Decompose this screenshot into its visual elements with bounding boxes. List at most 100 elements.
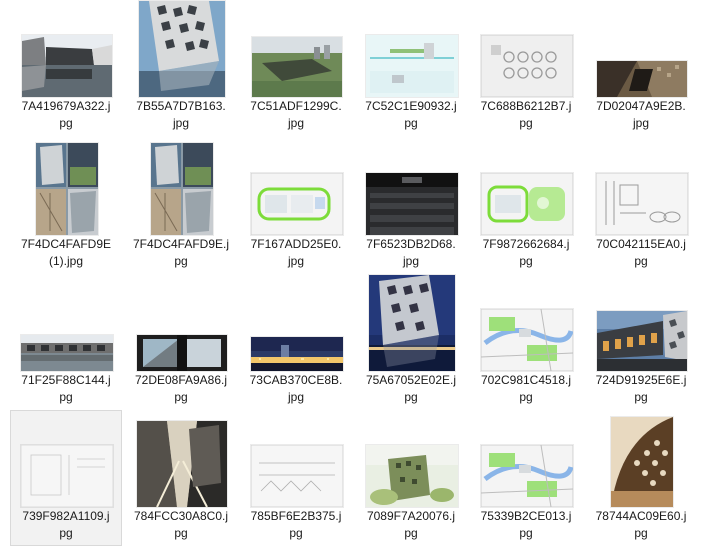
file-name-line-2: pg [404, 390, 418, 404]
image-thumbnail [369, 275, 455, 371]
file-name-line-1: 784FCC30A8C0.j [133, 509, 229, 523]
file-item[interactable]: 78744AC09E60.j pg [585, 410, 697, 546]
file-name-line-1: 7F167ADD25E0. [250, 237, 342, 251]
file-item[interactable]: 702C981C4518.j pg [470, 274, 582, 410]
file-item[interactable]: 7C51ADF1299C. jpg [240, 0, 352, 136]
file-name-label: 72DE08FA9A86.j pg [128, 372, 234, 406]
file-name-line-1: 7C52C1E90932.j [365, 99, 457, 113]
file-name-line-1: 71F25F88C144.j [21, 373, 111, 387]
file-name-line-1: 7F4DC4FAFD9E.j [132, 237, 230, 251]
file-item[interactable]: 7F4DC4FAFD9E.j pg [125, 138, 237, 274]
image-thumbnail [139, 1, 225, 97]
thumbnail-frame [586, 275, 698, 371]
file-name-label: 702C981C4518.j pg [473, 372, 579, 406]
image-thumbnail [366, 445, 458, 507]
file-name-line-2: pg [519, 254, 533, 268]
file-name-line-2: jpg [287, 116, 304, 130]
file-name-line-2: jpg [172, 116, 189, 130]
file-item[interactable]: 724D91925E6E.j pg [585, 274, 697, 410]
file-name-line-1: 7F6523DB2D68. [366, 237, 456, 251]
file-name-line-1: 7C51ADF1299C. [250, 99, 342, 113]
file-name-line-1: 724D91925E6E.j [595, 373, 687, 387]
image-thumbnail [611, 417, 673, 507]
file-item[interactable]: 71F25F88C144.j pg [10, 274, 122, 410]
file-item[interactable]: 75A67052E02E.j pg [355, 274, 467, 410]
file-name-label: 7A419679A322.j pg [13, 98, 119, 132]
thumbnail-frame [241, 139, 353, 235]
file-name-label: 7089F7A20076.j pg [358, 508, 464, 542]
thumbnail-frame [471, 411, 583, 507]
thumbnail-frame [356, 411, 468, 507]
file-name-line-2: pg [59, 116, 73, 130]
file-name-line-1: 75339B2CE013.j [480, 509, 572, 523]
file-item[interactable]: 7089F7A20076.j pg [355, 410, 467, 546]
image-thumbnail [21, 445, 113, 507]
file-name-label: 785BF6E2B375.j pg [243, 508, 349, 542]
file-name-line-2: pg [174, 526, 188, 540]
file-item[interactable]: 7C688B6212B7.j pg [470, 0, 582, 136]
thumbnail-frame [356, 275, 468, 371]
file-name-label: 7F6523DB2D68. jpg [358, 236, 464, 270]
file-name-label: 71F25F88C144.j pg [13, 372, 119, 406]
file-name-line-2: pg [174, 254, 188, 268]
file-item[interactable]: 7A419679A322.j pg [10, 0, 122, 136]
thumbnail-frame [11, 411, 123, 507]
file-item[interactable]: 784FCC30A8C0.j pg [125, 410, 237, 546]
file-name-line-2: pg [519, 390, 533, 404]
file-name-label: 739F982A1109.j pg [13, 508, 119, 542]
file-name-line-1: 785BF6E2B375.j [250, 509, 342, 523]
file-name-line-2: pg [59, 526, 73, 540]
file-name-line-2: pg [404, 526, 418, 540]
file-name-line-1: 78744AC09E60.j [595, 509, 687, 523]
file-name-label: 75A67052E02E.j pg [358, 372, 464, 406]
file-name-label: 7C51ADF1299C. jpg [243, 98, 349, 132]
file-name-label: 7F4DC4FAFD9E (1).jpg [13, 236, 119, 270]
file-name-line-2: jpg [632, 116, 649, 130]
image-thumbnail [366, 173, 458, 235]
file-name-line-1: 75A67052E02E.j [365, 373, 457, 387]
file-name-line-2: pg [174, 390, 188, 404]
image-thumbnail [21, 335, 113, 371]
image-thumbnail [36, 143, 98, 235]
image-thumbnail [597, 61, 687, 97]
file-name-line-2: pg [634, 390, 648, 404]
file-name-line-1: 73CAB370CE8B. [249, 373, 343, 387]
file-name-line-1: 7A419679A322.j [21, 99, 111, 113]
file-item[interactable]: 7C52C1E90932.j pg [355, 0, 467, 136]
file-item[interactable]: 7F6523DB2D68. jpg [355, 138, 467, 274]
image-thumbnail [151, 143, 213, 235]
image-thumbnail [251, 173, 343, 235]
file-name-label: 70C042115EA0.j pg [588, 236, 694, 270]
thumbnail-frame [11, 275, 123, 371]
file-name-line-1: 70C042115EA0.j [596, 237, 686, 251]
thumbnail-frame [356, 1, 468, 97]
thumbnail-frame [356, 139, 468, 235]
file-item[interactable]: 7B55A7D7B163. jpg [125, 0, 237, 136]
thumbnail-frame [471, 275, 583, 371]
file-name-line-2: pg [634, 526, 648, 540]
image-thumbnail [251, 337, 343, 371]
file-item[interactable]: 72DE08FA9A86.j pg [125, 274, 237, 410]
file-name-line-2: jpg [287, 390, 304, 404]
image-thumbnail [481, 173, 573, 235]
file-name-label: 7F9872662684.j pg [473, 236, 579, 270]
file-item[interactable]: 75339B2CE013.j pg [470, 410, 582, 546]
file-item[interactable]: 7F9872662684.j pg [470, 138, 582, 274]
file-item[interactable]: 7F167ADD25E0. jpg [240, 138, 352, 274]
file-item[interactable]: 73CAB370CE8B. jpg [240, 274, 352, 410]
thumbnail-frame [241, 1, 353, 97]
file-item[interactable]: 70C042115EA0.j pg [585, 138, 697, 274]
file-item[interactable]: 739F982A1109.j pg [10, 410, 122, 546]
file-item[interactable]: 785BF6E2B375.j pg [240, 410, 352, 546]
file-name-line-1: 739F982A1109.j [22, 509, 110, 523]
file-item[interactable]: 7F4DC4FAFD9E (1).jpg [10, 138, 122, 274]
file-name-label: 7F167ADD25E0. jpg [243, 236, 349, 270]
image-thumbnail [597, 311, 687, 371]
file-name-label: 784FCC30A8C0.j pg [128, 508, 234, 542]
image-thumbnail [137, 421, 227, 507]
file-name-label: 73CAB370CE8B. jpg [243, 372, 349, 406]
thumbnail-frame [241, 411, 353, 507]
file-name-line-1: 72DE08FA9A86.j [134, 373, 228, 387]
image-thumbnail [481, 35, 573, 97]
file-item[interactable]: 7D02047A9E2B. jpg [585, 0, 697, 136]
